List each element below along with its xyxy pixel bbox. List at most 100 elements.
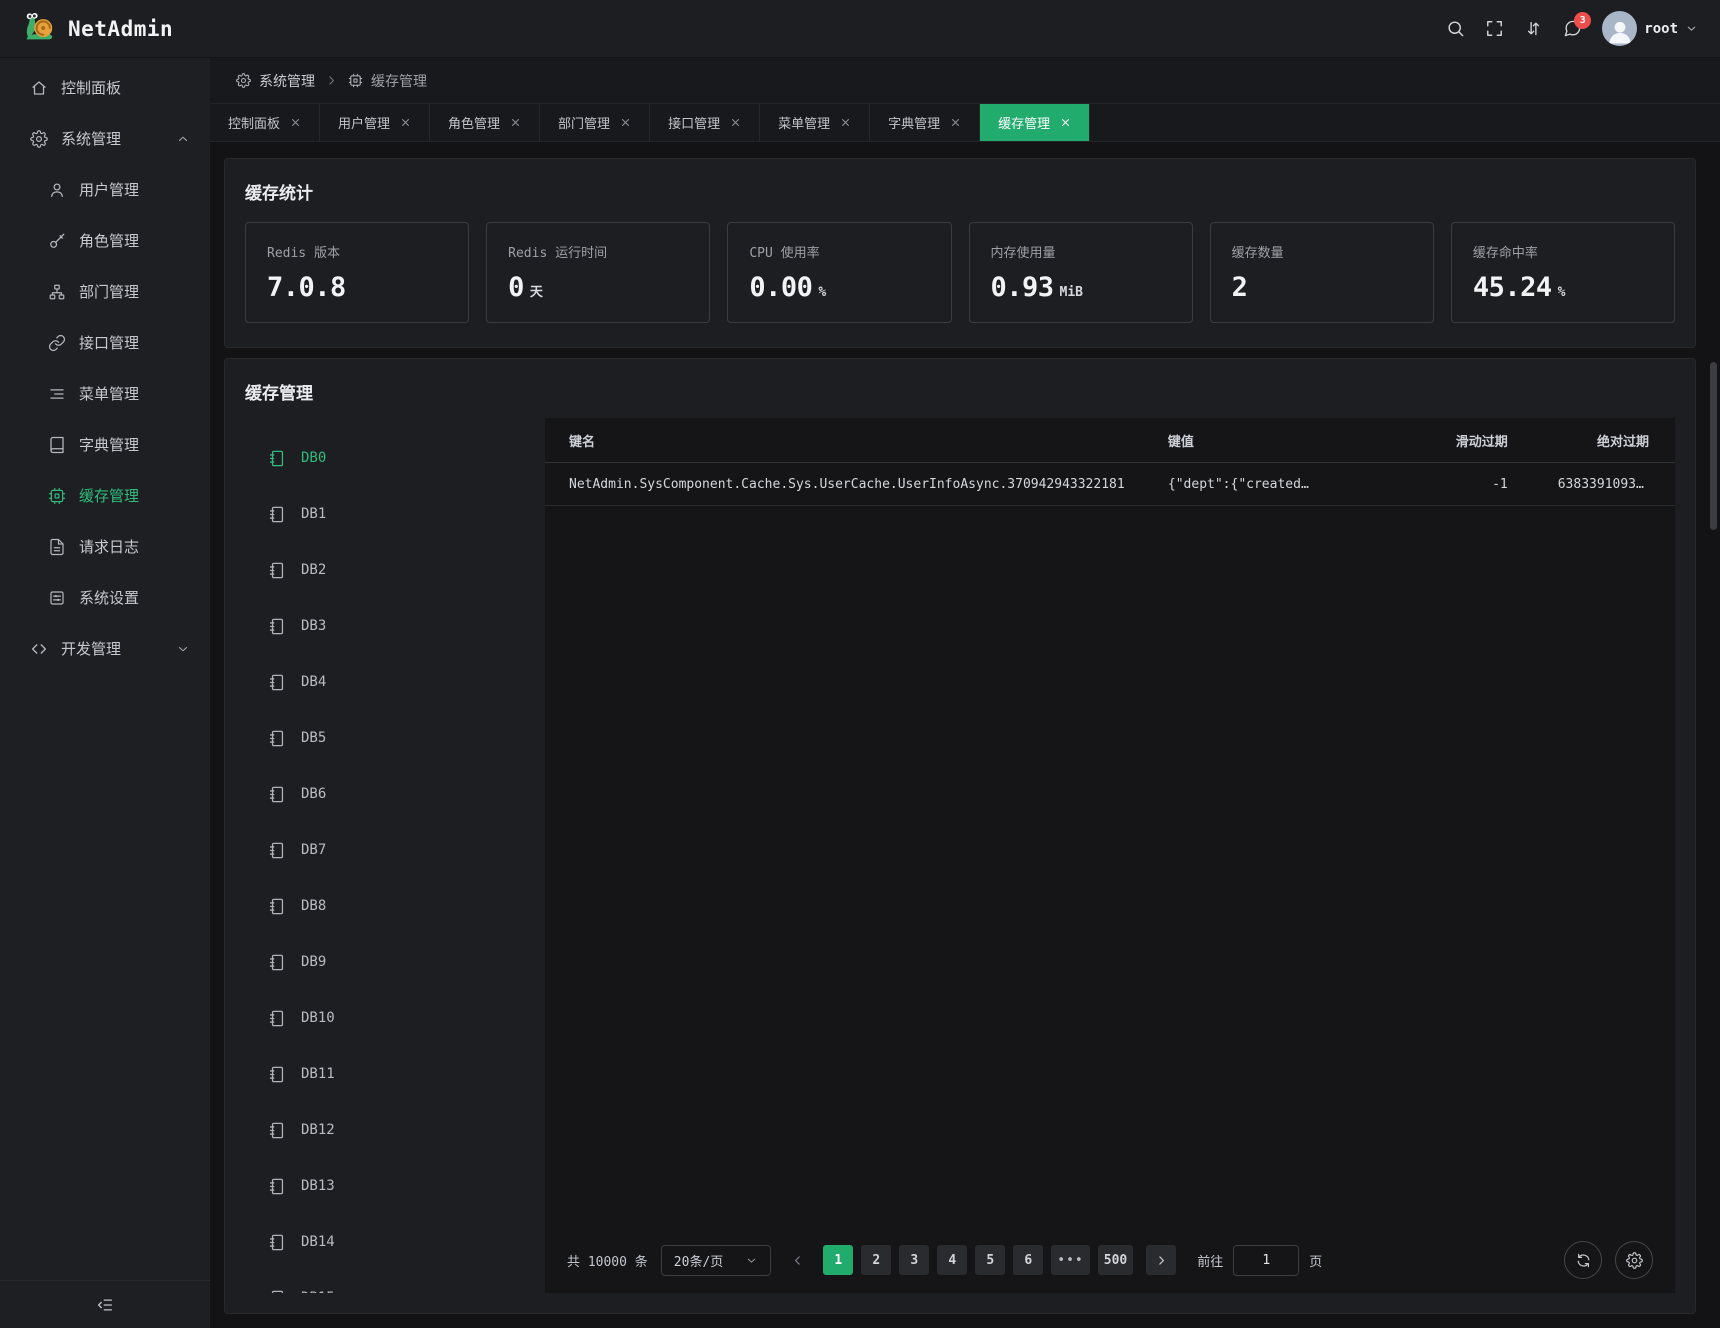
- db-item-14[interactable]: DB14: [245, 1214, 545, 1270]
- db-item-1[interactable]: DB1: [245, 486, 545, 542]
- db-item-4[interactable]: DB4: [245, 654, 545, 710]
- close-icon[interactable]: [620, 117, 631, 128]
- fullscreen-icon[interactable]: [1485, 19, 1504, 38]
- close-icon[interactable]: [510, 117, 521, 128]
- notebook-icon: [267, 1177, 286, 1196]
- sidebar-item-users[interactable]: 用户管理: [0, 164, 210, 215]
- search-icon[interactable]: [1446, 19, 1465, 38]
- stat-unit: %: [1558, 285, 1566, 300]
- tab-label: 接口管理: [668, 113, 720, 132]
- page-button-1[interactable]: 1: [823, 1245, 853, 1275]
- sidebar-label: 部门管理: [79, 281, 139, 302]
- db-item-11[interactable]: DB11: [245, 1046, 545, 1102]
- swap-arrows-icon[interactable]: [1524, 19, 1543, 38]
- page-button-4[interactable]: 4: [937, 1245, 967, 1275]
- stat-label: Redis 运行时间: [508, 242, 688, 261]
- db-item-12[interactable]: DB12: [245, 1102, 545, 1158]
- stats-title: 缓存统计: [245, 179, 1675, 204]
- db-label: DB13: [301, 1178, 335, 1194]
- sidebar-item-request-logs[interactable]: 请求日志: [0, 521, 210, 572]
- db-label: DB1: [301, 506, 326, 522]
- table-row[interactable]: NetAdmin.SysComponent.Cache.Sys.UserCach…: [545, 463, 1675, 506]
- sidebar-item-apis[interactable]: 接口管理: [0, 317, 210, 368]
- close-icon[interactable]: [840, 117, 851, 128]
- tab-menus[interactable]: 菜单管理: [760, 104, 870, 141]
- sidebar-item-cache[interactable]: 缓存管理: [0, 470, 210, 521]
- page-button-2[interactable]: 2: [861, 1245, 891, 1275]
- db-item-13[interactable]: DB13: [245, 1158, 545, 1214]
- stat-card-cpu-usage: CPU 使用率 0.00%: [727, 222, 951, 323]
- close-icon[interactable]: [290, 117, 301, 128]
- document-icon: [48, 538, 66, 556]
- pagination-total: 共 10000 条: [567, 1251, 648, 1270]
- sidebar-item-settings[interactable]: 系统设置: [0, 572, 210, 623]
- db-item-2[interactable]: DB2: [245, 542, 545, 598]
- sidebar-label: 缓存管理: [79, 485, 139, 506]
- tab-departments[interactable]: 部门管理: [540, 104, 650, 141]
- db-item-15[interactable]: DB15: [245, 1270, 545, 1293]
- main-area: 系统管理 缓存管理 控制面板 用户管理 角色管理: [210, 58, 1720, 1328]
- tab-label: 部门管理: [558, 113, 610, 132]
- refresh-button[interactable]: [1564, 1241, 1602, 1279]
- sidebar-label: 开发管理: [61, 638, 121, 659]
- db-item-0[interactable]: DB0: [245, 430, 545, 486]
- app-title: NetAdmin: [68, 17, 173, 41]
- close-icon[interactable]: [1060, 117, 1071, 128]
- brand-logo[interactable]: NetAdmin: [22, 12, 173, 46]
- db-item-7[interactable]: DB7: [245, 822, 545, 878]
- notebook-icon: [267, 1233, 286, 1252]
- col-value: 键值: [1144, 418, 1427, 463]
- gear-icon: [1626, 1252, 1643, 1269]
- tab-dashboard[interactable]: 控制面板: [210, 104, 320, 141]
- tab-users[interactable]: 用户管理: [320, 104, 430, 141]
- table-settings-button[interactable]: [1615, 1241, 1653, 1279]
- sidebar-label: 菜单管理: [79, 383, 139, 404]
- close-icon[interactable]: [730, 117, 741, 128]
- sidebar-item-departments[interactable]: 部门管理: [0, 266, 210, 317]
- user-menu[interactable]: root: [1602, 11, 1698, 46]
- table-header-row: 键名 键值 滑动过期 绝对过期: [545, 418, 1675, 463]
- collapse-sidebar-icon[interactable]: [96, 1296, 114, 1314]
- close-icon[interactable]: [400, 117, 411, 128]
- db-item-10[interactable]: DB10: [245, 990, 545, 1046]
- page-button-3[interactable]: 3: [899, 1245, 929, 1275]
- page-button-500[interactable]: 500: [1098, 1245, 1133, 1275]
- stat-value: 2: [1232, 272, 1248, 303]
- page-scrollbar-thumb[interactable]: [1710, 362, 1717, 530]
- sidebar-item-dashboard[interactable]: 控制面板: [0, 62, 210, 113]
- page-button-6[interactable]: 6: [1013, 1245, 1043, 1275]
- db-item-6[interactable]: DB6: [245, 766, 545, 822]
- sidebar-item-dictionaries[interactable]: 字典管理: [0, 419, 210, 470]
- notifications-button[interactable]: 3: [1563, 19, 1582, 38]
- more-pages-button[interactable]: •••: [1051, 1245, 1089, 1275]
- sidebar-item-dev[interactable]: 开发管理: [0, 623, 210, 674]
- database-list: DB0 DB1 DB2 DB3 DB4 DB5 DB6 DB7 DB8 DB9 …: [245, 418, 545, 1293]
- db-label: DB8: [301, 898, 326, 914]
- page-size-select[interactable]: 20条/页: [661, 1245, 771, 1276]
- db-item-9[interactable]: DB9: [245, 934, 545, 990]
- tab-apis[interactable]: 接口管理: [650, 104, 760, 141]
- breadcrumb-system[interactable]: 系统管理: [236, 71, 315, 91]
- db-item-5[interactable]: DB5: [245, 710, 545, 766]
- db-label: DB9: [301, 954, 326, 970]
- tab-dictionaries[interactable]: 字典管理: [870, 104, 980, 141]
- sidebar-item-roles[interactable]: 角色管理: [0, 215, 210, 266]
- db-item-3[interactable]: DB3: [245, 598, 545, 654]
- chevron-right-icon: [1155, 1254, 1168, 1267]
- goto-page-input[interactable]: [1233, 1245, 1299, 1276]
- cell-sliding-expiry: -1: [1426, 463, 1533, 506]
- page-button-5[interactable]: 5: [975, 1245, 1005, 1275]
- tab-roles[interactable]: 角色管理: [430, 104, 540, 141]
- tab-label: 控制面板: [228, 113, 280, 132]
- notebook-icon: [267, 505, 286, 524]
- cpu-icon: [348, 73, 363, 88]
- stat-unit: 天: [530, 281, 543, 300]
- close-icon[interactable]: [950, 117, 961, 128]
- next-page-button[interactable]: [1146, 1245, 1176, 1275]
- org-chart-icon: [48, 283, 66, 301]
- sidebar-item-system[interactable]: 系统管理: [0, 113, 210, 164]
- db-item-8[interactable]: DB8: [245, 878, 545, 934]
- prev-page-button[interactable]: [784, 1245, 810, 1275]
- sidebar-item-menus[interactable]: 菜单管理: [0, 368, 210, 419]
- tab-cache[interactable]: 缓存管理: [980, 104, 1090, 141]
